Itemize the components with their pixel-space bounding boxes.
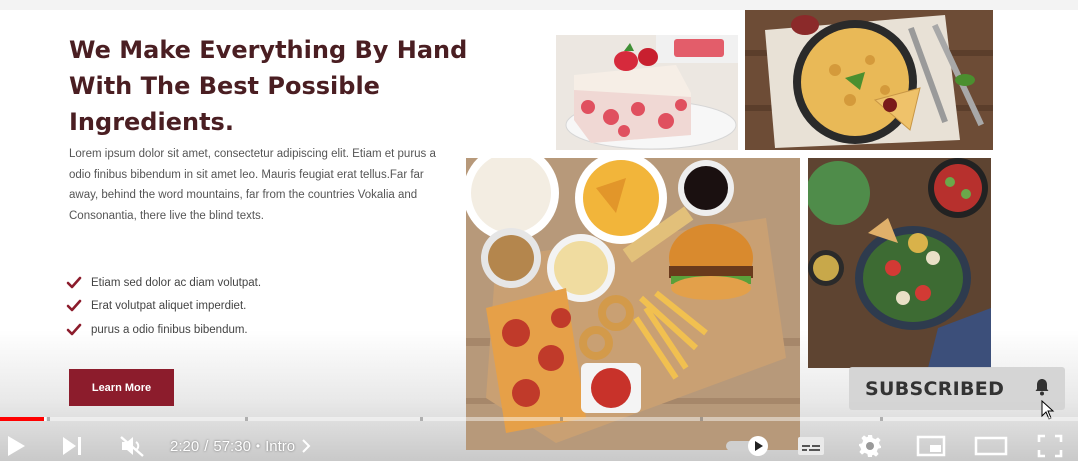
chapter-marker (700, 417, 703, 421)
progress-bar[interactable] (0, 417, 1078, 421)
checklist-item: Etiam sed dolor ac diam volutpat. (66, 271, 261, 295)
miniplayer-button[interactable] (914, 430, 948, 461)
autoplay-toggle[interactable] (724, 430, 772, 461)
next-button[interactable] (58, 430, 86, 461)
duration: 57:30 (213, 437, 251, 455)
chapter-marker (47, 417, 50, 421)
checklist-item-text: purus a odio finibus bibendum. (91, 323, 248, 336)
strawberry-cake-photo (556, 35, 738, 150)
theater-icon (974, 436, 1008, 455)
fullscreen-button[interactable] (1034, 430, 1066, 461)
top-strip (0, 0, 1078, 10)
check-icon (66, 323, 82, 336)
video-frame[interactable]: We Make Everything By Hand With The Best… (0, 0, 1078, 461)
body-paragraph: Lorem ipsum dolor sit amet, consectetur … (69, 148, 436, 222)
time-separator: / (204, 437, 209, 455)
chapter-marker (560, 417, 563, 421)
checklist-item-text: Etiam sed dolor ac diam volutpat. (91, 276, 262, 289)
learn-more-button[interactable]: Learn More (69, 369, 174, 406)
current-time: 2:20 (170, 437, 200, 455)
chapter-marker (245, 417, 248, 421)
settings-button[interactable] (855, 430, 885, 461)
salad-bowl-photo (808, 158, 991, 368)
chapter-title-button[interactable]: Intro (265, 438, 311, 455)
progress-played (0, 417, 44, 421)
page-heading: We Make Everything By Hand With The Best… (69, 36, 468, 136)
player-controls: 2:20 / 57:30 • Intro (0, 430, 1078, 461)
subscribed-label: SUBSCRIBED (865, 377, 1005, 400)
settings-icon (859, 434, 881, 457)
check-icon (66, 276, 82, 289)
play-icon (8, 435, 25, 456)
fast-food-photo (466, 158, 800, 450)
autoplay-toggle-icon (726, 435, 768, 456)
mute-icon (120, 435, 144, 457)
subscribed-badge[interactable]: SUBSCRIBED (849, 367, 1065, 410)
chapter-marker (420, 417, 423, 421)
next-icon (63, 436, 81, 455)
checklist-item: Erat volutpat aliquet imperdiet. (66, 295, 261, 319)
chapter-title: Intro (265, 437, 296, 455)
checklist-item-text: Erat volutpat aliquet imperdiet. (91, 300, 247, 313)
miniplayer-icon (916, 435, 946, 456)
mute-button[interactable] (116, 430, 148, 461)
theater-mode-button[interactable] (972, 430, 1010, 461)
quiche-tart-photo (745, 10, 993, 150)
bell-icon[interactable] (1034, 378, 1050, 396)
chapter-marker (880, 417, 883, 421)
checklist: Etiam sed dolor ac diam volutpat. Erat v… (66, 271, 261, 342)
subtitles-icon (798, 436, 824, 455)
play-button[interactable] (2, 430, 30, 461)
checklist-item: purus a odio finibus bibendum. (66, 318, 261, 342)
subtitles-button[interactable] (794, 430, 828, 461)
chevron-right-icon (302, 439, 311, 453)
fullscreen-icon (1037, 434, 1063, 457)
time-display: 2:20 / 57:30 • Intro (170, 434, 311, 458)
check-icon (66, 299, 82, 312)
